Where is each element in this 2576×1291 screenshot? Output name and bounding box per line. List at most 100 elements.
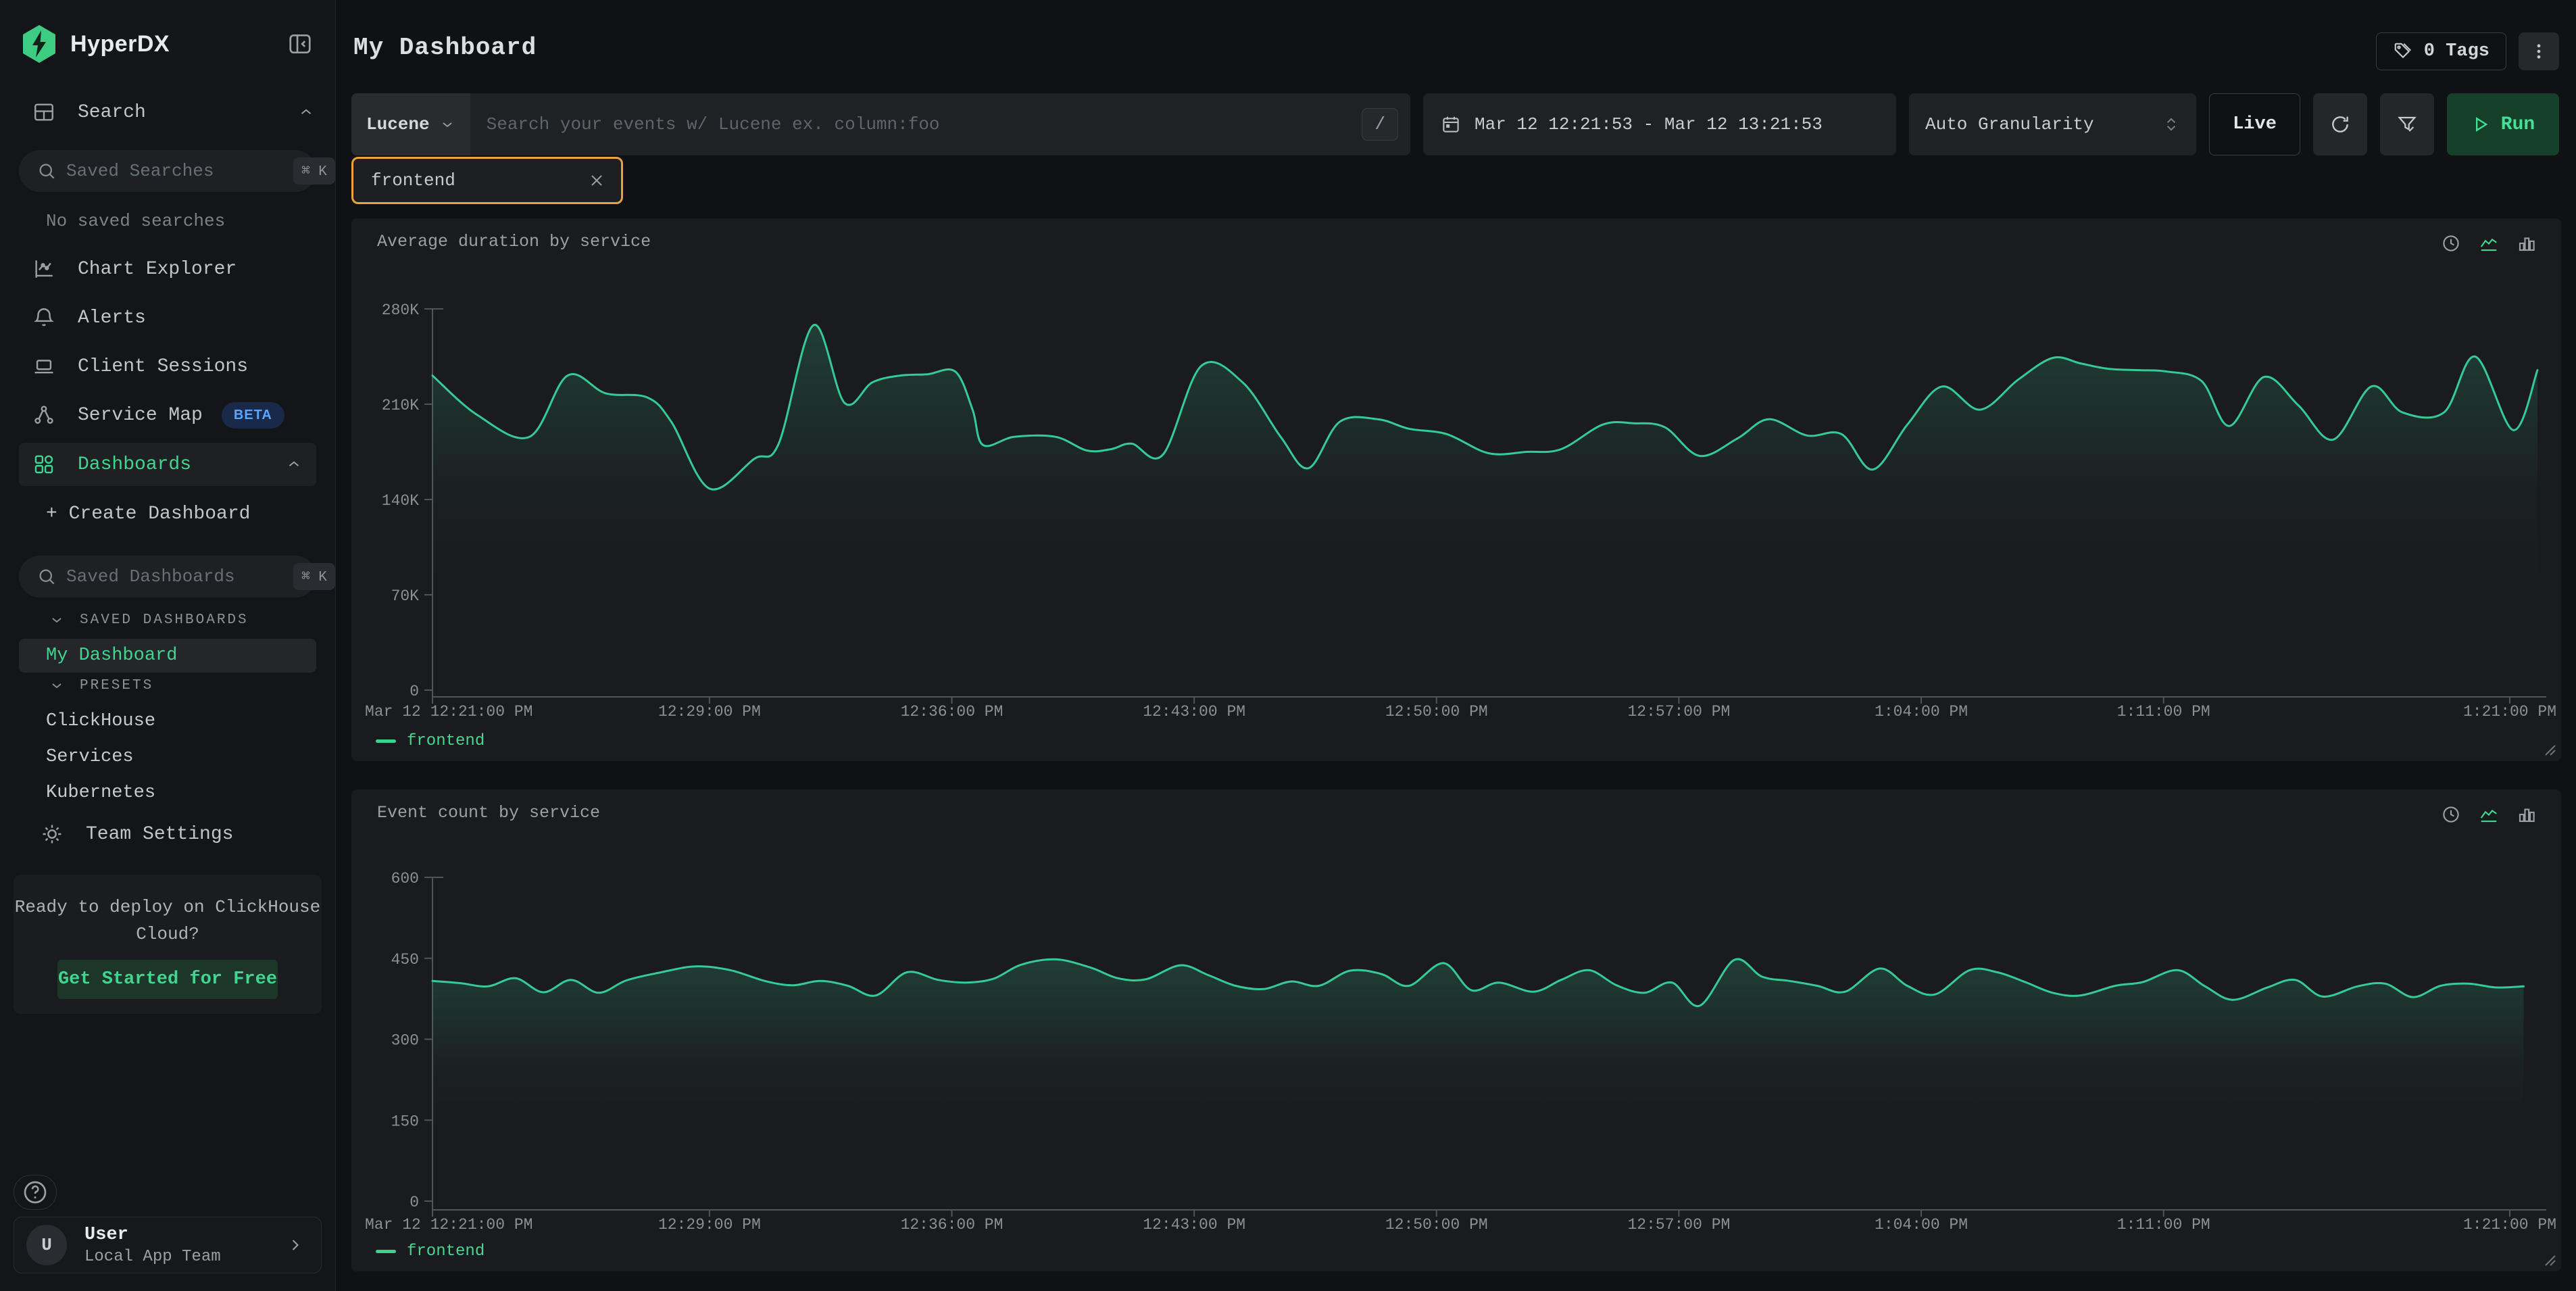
saved-dashboards-search[interactable]: ⌘ K [19, 556, 316, 598]
svg-text:12:29:00 PM: 12:29:00 PM [658, 703, 761, 721]
close-icon[interactable] [587, 171, 606, 190]
preset-label: Kubernetes [46, 783, 155, 803]
svg-text:0: 0 [410, 683, 419, 700]
tags-button[interactable]: 0 Tags [2376, 32, 2506, 70]
promo-text-line1: Ready to deploy on ClickHouse [14, 894, 322, 921]
svg-text:210K: 210K [382, 397, 419, 414]
refresh-icon [2329, 114, 2351, 135]
sidebar-item-search[interactable]: Search [0, 95, 335, 130]
play-icon [2471, 115, 2490, 134]
svg-text:12:29:00 PM: 12:29:00 PM [658, 1216, 761, 1234]
svg-text:1:21:00 PM: 1:21:00 PM [2463, 1216, 2556, 1234]
bell-icon [32, 306, 55, 329]
page-title: My Dashboard [353, 34, 537, 62]
chart-panel-event-count: Event count by service 0150300450600Mar … [351, 789, 2561, 1271]
collapse-sidebar-icon[interactable] [285, 29, 315, 59]
svg-text:450: 450 [391, 951, 419, 969]
event-search-box: Lucene / [351, 93, 1410, 155]
svg-text:12:43:00 PM: 12:43:00 PM [1143, 703, 1245, 721]
create-dashboard-button[interactable]: + Create Dashboard [46, 504, 250, 525]
chevron-down-icon [439, 116, 455, 132]
get-started-button[interactable]: Get Started for Free [57, 960, 278, 999]
panel-resize-handle[interactable] [2542, 742, 2557, 757]
sidebar: HyperDX Search ⌘ K No saved searches Cha… [0, 0, 336, 1291]
no-saved-searches-text: No saved searches [46, 211, 225, 231]
shortcut-badge: ⌘ K [293, 157, 335, 185]
user-name: User [84, 1225, 221, 1245]
gear-icon [41, 823, 64, 846]
svg-text:0: 0 [410, 1194, 419, 1211]
saved-searches-input[interactable] [66, 161, 293, 181]
sidebar-item-label: Search [78, 102, 146, 123]
chevron-down-icon [49, 677, 65, 693]
svg-text:600: 600 [391, 870, 419, 887]
query-language-select[interactable]: Lucene [351, 93, 470, 155]
section-presets[interactable]: PRESETS [49, 677, 153, 693]
sidebar-item-label: Alerts [78, 308, 146, 328]
sidebar-item-client-sessions[interactable]: Client Sessions [0, 349, 335, 384]
sidebar-item-chart-explorer[interactable]: Chart Explorer [0, 251, 335, 287]
filter-button[interactable] [2380, 93, 2434, 155]
shortcut-badge: ⌘ K [293, 563, 335, 590]
live-button[interactable]: Live [2209, 93, 2300, 155]
line-chart-average-duration[interactable]: 070K140K210K280KMar 12 12:21:00 PM12:29:… [351, 218, 2561, 761]
calendar-icon [1441, 114, 1461, 135]
sidebar-item-service-map[interactable]: Service Map BETA [0, 397, 335, 433]
section-saved-dashboards[interactable]: SAVED DASHBOARDS [49, 612, 249, 628]
svg-text:140K: 140K [382, 492, 419, 510]
granularity-select[interactable]: Auto Granularity [1909, 93, 2196, 155]
dashboards-grid-icon [32, 453, 55, 476]
saved-dashboards-input[interactable] [66, 566, 293, 587]
legend-series-label: frontend [407, 1242, 485, 1261]
avatar: U [26, 1225, 67, 1265]
date-range-picker[interactable]: Mar 12 12:21:53 - Mar 12 13:21:53 [1423, 93, 1896, 155]
panel-resize-handle[interactable] [2542, 1252, 2557, 1267]
sidebar-item-clickhouse[interactable]: ClickHouse [19, 704, 316, 738]
sidebar-item-alerts[interactable]: Alerts [0, 300, 335, 335]
filter-chip-frontend[interactable]: frontend [351, 157, 623, 204]
svg-text:Mar 12 12:21:00 PM: Mar 12 12:21:00 PM [365, 1216, 532, 1234]
sidebar-item-label: Team Settings [86, 824, 233, 845]
svg-text:12:36:00 PM: 12:36:00 PM [901, 703, 1004, 721]
user-menu[interactable]: U User Local App Team [14, 1217, 322, 1273]
laptop-icon [32, 355, 55, 378]
beta-badge: BETA [222, 402, 284, 429]
kebab-icon [2529, 42, 2548, 61]
refresh-button[interactable] [2313, 93, 2367, 155]
event-search-input[interactable] [470, 93, 1362, 155]
legend-series-label: frontend [407, 732, 485, 750]
logo-row: HyperDX [0, 20, 335, 68]
hyperdx-logo-icon [20, 24, 58, 64]
query-toolbar: Lucene / Mar 12 12:21:53 - Mar 12 13:21:… [351, 93, 2559, 155]
search-icon [36, 161, 57, 181]
svg-text:1:04:00 PM: 1:04:00 PM [1875, 703, 1968, 721]
svg-text:1:11:00 PM: 1:11:00 PM [2117, 703, 2210, 721]
service-map-icon [32, 404, 55, 427]
dashboard-menu-button[interactable] [2519, 32, 2559, 70]
filter-chip-label: frontend [371, 170, 455, 191]
svg-text:Mar 12 12:21:00 PM: Mar 12 12:21:00 PM [365, 703, 532, 721]
sidebar-item-kubernetes[interactable]: Kubernetes [19, 776, 316, 810]
chart-legend: frontend [376, 1242, 485, 1261]
chevron-down-icon [49, 612, 65, 628]
sidebar-item-my-dashboard[interactable]: My Dashboard [19, 639, 316, 673]
svg-text:1:21:00 PM: 1:21:00 PM [2463, 703, 2556, 721]
sidebar-item-dashboards[interactable]: Dashboards [19, 443, 316, 486]
saved-searches-search[interactable]: ⌘ K [19, 150, 316, 192]
line-chart-event-count[interactable]: 0150300450600Mar 12 12:21:00 PM12:29:00 … [351, 789, 2561, 1271]
promo-text-line2: Cloud? [14, 921, 322, 948]
search-icon [36, 566, 57, 587]
sidebar-item-team-settings[interactable]: Team Settings [0, 817, 335, 852]
tag-icon [2393, 41, 2413, 62]
run-button[interactable]: Run [2447, 93, 2559, 155]
chevron-up-icon [297, 103, 315, 121]
sidebar-item-services[interactable]: Services [19, 740, 316, 774]
granularity-value: Auto Granularity [1925, 114, 2094, 135]
search-section-icon [32, 101, 55, 124]
app-name: HyperDX [70, 31, 170, 57]
svg-text:70K: 70K [391, 587, 420, 605]
svg-text:12:50:00 PM: 12:50:00 PM [1385, 1216, 1488, 1234]
help-button[interactable] [14, 1175, 57, 1210]
section-label: PRESETS [80, 678, 153, 693]
svg-text:1:04:00 PM: 1:04:00 PM [1875, 1216, 1968, 1234]
